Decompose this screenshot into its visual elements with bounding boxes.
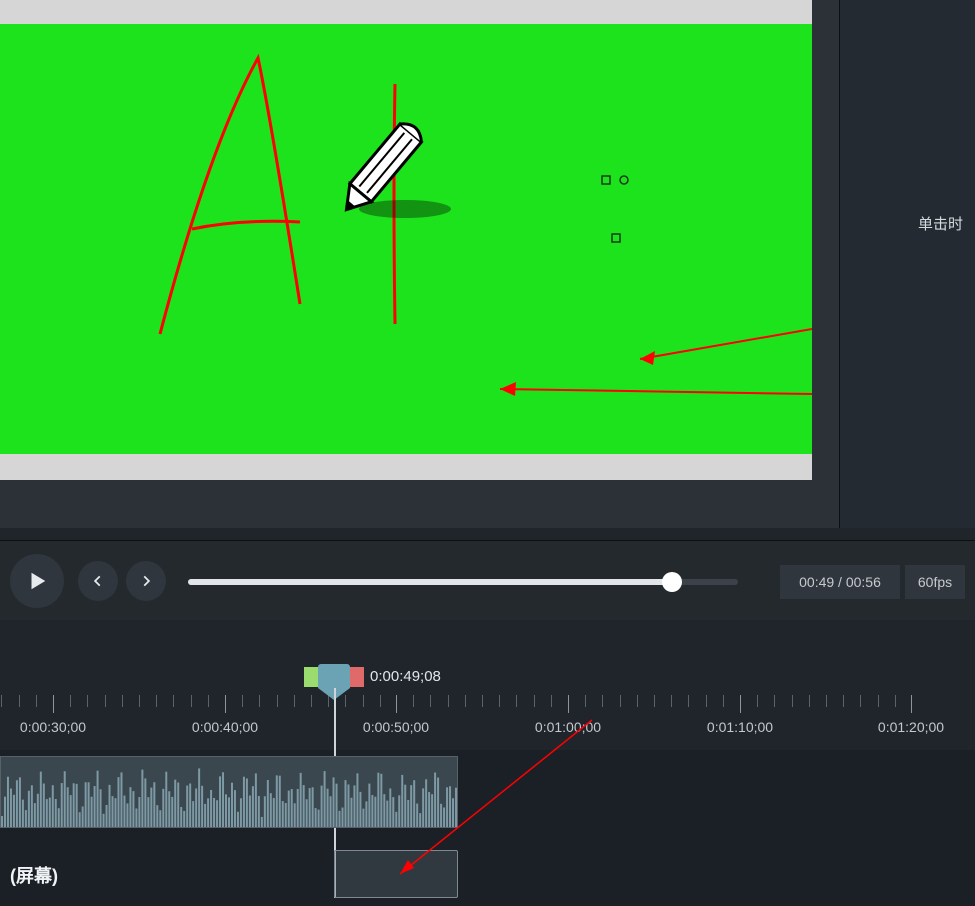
canvas-drawing [0,24,812,454]
properties-hint-text: 单击时 [918,213,963,234]
seek-fill [188,579,672,585]
next-frame-button[interactable] [126,561,166,601]
ruler-tick-label: 0:01:10;00 [707,719,773,735]
ruler-ticks: 0:00:30;00 0:00:40;00 0:00:50;00 0:01:00;00… [0,695,975,745]
ruler-tick-label: 0:00:40;00 [192,719,258,735]
preview-letterbox [0,0,812,480]
ruler-tick-major [740,695,741,713]
time-display: 00:49 / 00:56 [780,565,900,599]
play-button[interactable] [10,554,64,608]
fps-display[interactable]: 60fps [905,565,965,599]
preview-pane [0,0,840,528]
ruler-tick-label: 0:01:20;00 [878,719,944,735]
seek-knob[interactable] [662,572,682,592]
play-icon [26,570,48,592]
ruler-tick-label: 0:00:50;00 [363,719,429,735]
prev-frame-button[interactable] [78,561,118,601]
playhead-time-label: 0:00:49;08 [370,668,441,685]
audio-clip[interactable] [0,756,458,828]
video-clip[interactable] [334,850,458,898]
waveform-icon [1,757,457,827]
marker-in-icon[interactable] [304,667,318,687]
marker-out-icon[interactable] [350,667,364,687]
playhead-handle-icon[interactable] [318,664,350,688]
timeline[interactable]: 0:00:30;00 0:00:40;00 0:00:50;00 0:01:00;00… [0,640,975,906]
track-label: (屏幕) [10,862,58,888]
ruler-tick-major [568,695,569,713]
ruler-tick-major [225,695,226,713]
properties-panel: 单击时 [840,0,975,528]
ruler-tick-label: 0:01:00;00 [535,719,601,735]
ruler-tick-label: 0:00:30;00 [20,719,86,735]
chevron-right-icon [139,574,153,588]
preview-canvas[interactable] [0,24,812,454]
chevron-left-icon [91,574,105,588]
ruler-tick-major [396,695,397,713]
ruler-tick-major [53,695,54,713]
ruler-tick-major [911,695,912,713]
seek-bar[interactable] [188,579,738,585]
video-track[interactable]: (屏幕) [0,850,975,906]
playback-control-bar: 00:49 / 00:56 60fps [0,540,975,620]
timeline-ruler[interactable]: 0:00:30;00 0:00:40;00 0:00:50;00 0:01:00;00… [0,640,975,750]
